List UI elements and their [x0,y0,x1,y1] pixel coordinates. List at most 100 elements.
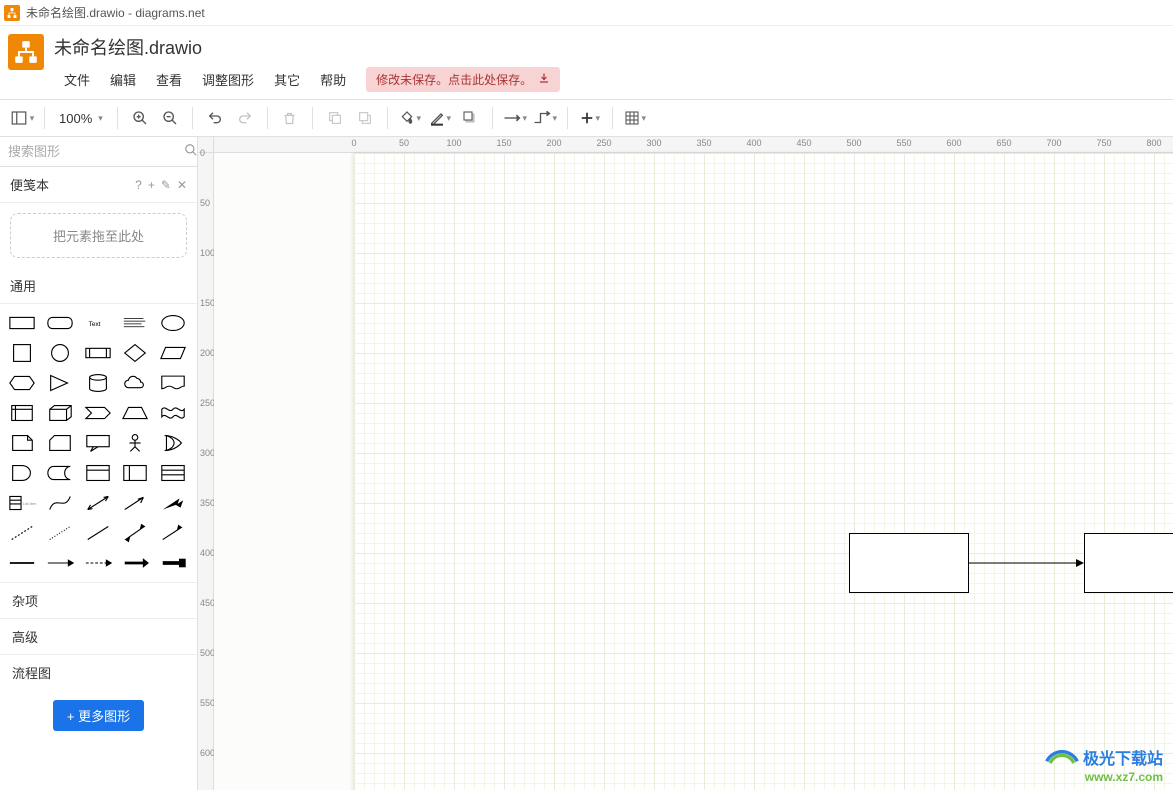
fill-color-button[interactable]: ▾ [396,104,424,132]
scratchpad-close-icon[interactable]: ✕ [177,178,187,192]
shape-rectangle[interactable] [6,310,38,336]
general-header[interactable]: 通用 [0,268,197,304]
menu-file[interactable]: 文件 [54,66,100,93]
shape-square[interactable] [6,340,38,366]
ruler-h-tick: 650 [996,138,1011,148]
menu-edit[interactable]: 编辑 [100,66,146,93]
shape-and[interactable] [6,460,38,486]
shape-container[interactable] [82,460,114,486]
menu-extras[interactable]: 其它 [264,66,310,93]
ruler-v-tick: 500 [200,648,215,658]
shape-step[interactable] [82,400,114,426]
save-warning[interactable]: 修改未保存。点击此处保存。 [366,67,560,92]
shape-textbox[interactable] [119,310,151,336]
shape-list[interactable] [157,460,189,486]
shape-triangle[interactable] [44,370,76,396]
shape-circle[interactable] [44,340,76,366]
shape-curve[interactable] [44,490,76,516]
shape-link5[interactable] [157,550,189,576]
diagram-edge[interactable] [969,557,1084,569]
search-input[interactable] [8,144,184,159]
shape-rounded-rect[interactable] [44,310,76,336]
scratchpad-header[interactable]: 便笺本 ? + ✎ ✕ [0,167,197,203]
scratchpad-add-icon[interactable]: + [148,178,155,192]
zoom-out-button[interactable] [156,104,184,132]
canvas-area: 0501001502002503003504004505005506006507… [198,137,1173,790]
scratchpad-dropzone[interactable]: 把元素拖至此处 [10,213,187,258]
shape-arrow[interactable] [119,490,151,516]
ruler-v-tick: 250 [200,398,215,408]
shape-diamond[interactable] [119,340,151,366]
toolbar: ▾ 100%▾ ▾ ▾ ▾ ▾ ▾ [0,99,1173,137]
ruler-v-tick: 0 [200,148,205,158]
shape-dashed-line[interactable] [6,520,38,546]
ruler-h-tick: 500 [846,138,861,148]
connection-button[interactable]: ▾ [501,104,529,132]
shape-note[interactable] [6,430,38,456]
delete-button[interactable] [276,104,304,132]
sidebar-toggle-button[interactable]: ▾ [8,104,36,132]
scratchpad-help-icon[interactable]: ? [135,178,142,192]
line-color-button[interactable]: ▾ [426,104,454,132]
shape-process[interactable] [82,340,114,366]
shape-cloud[interactable] [119,370,151,396]
search-icon[interactable] [184,143,198,160]
shape-hexagon[interactable] [6,370,38,396]
table-button[interactable]: ▾ [621,104,649,132]
shape-callout[interactable] [82,430,114,456]
shape-link2[interactable] [44,550,76,576]
ruler-h-tick: 600 [946,138,961,148]
shape-or[interactable] [157,430,189,456]
shape-link1[interactable] [6,550,38,576]
shape-directional-connector[interactable] [157,520,189,546]
shape-cylinder[interactable] [82,370,114,396]
menu-arrange[interactable]: 调整图形 [192,66,264,93]
filename[interactable]: 未命名绘图.drawio [54,34,1173,60]
shape-tape[interactable] [157,400,189,426]
shape-cube[interactable] [44,400,76,426]
shape-dotted-line[interactable] [44,520,76,546]
shape-data-storage[interactable] [44,460,76,486]
menu-view[interactable]: 查看 [146,66,192,93]
category-misc[interactable]: 杂项 [0,582,197,618]
shape-line[interactable] [82,520,114,546]
shape-internal-storage[interactable] [6,400,38,426]
shape-bidir-connector[interactable] [119,520,151,546]
ruler-h-tick: 0 [351,138,356,148]
canvas[interactable] [214,153,1173,790]
undo-button[interactable] [201,104,229,132]
app-logo[interactable] [8,34,44,70]
to-back-button[interactable] [351,104,379,132]
shape-ellipse[interactable] [157,310,189,336]
redo-button[interactable] [231,104,259,132]
shape-parallelogram[interactable] [157,340,189,366]
category-advanced[interactable]: 高级 [0,618,197,654]
waypoints-button[interactable]: ▾ [531,104,559,132]
ruler-h-tick: 750 [1096,138,1111,148]
zoom-in-button[interactable] [126,104,154,132]
shape-link4[interactable] [119,550,151,576]
shape-bidirectional-arrow[interactable] [82,490,114,516]
ruler-horizontal: 0501001502002503003504004505005506006507… [214,137,1173,153]
category-flowchart[interactable]: 流程图 [0,654,197,690]
zoom-control[interactable]: 100%▾ [53,111,109,126]
shape-container2[interactable] [119,460,151,486]
to-front-button[interactable] [321,104,349,132]
shape-document[interactable] [157,370,189,396]
shape-thick-arrow[interactable] [157,490,189,516]
shape-list-item[interactable]: List Item [6,490,38,516]
shape-text[interactable]: Text [82,310,114,336]
scratchpad-edit-icon[interactable]: ✎ [161,178,171,192]
menu-help[interactable]: 帮助 [310,66,356,93]
more-shapes-button[interactable]: + 更多图形 [53,700,144,731]
diagram-rectangle[interactable] [849,533,969,593]
shape-card[interactable] [44,430,76,456]
search-row [0,137,197,167]
shadow-button[interactable] [456,104,484,132]
shape-trapezoid[interactable] [119,400,151,426]
shape-link3[interactable] [82,550,114,576]
insert-button[interactable]: ▾ [576,104,604,132]
diagram-rectangle[interactable] [1084,533,1173,593]
shape-actor[interactable] [119,430,151,456]
ruler-v-tick: 450 [200,598,215,608]
